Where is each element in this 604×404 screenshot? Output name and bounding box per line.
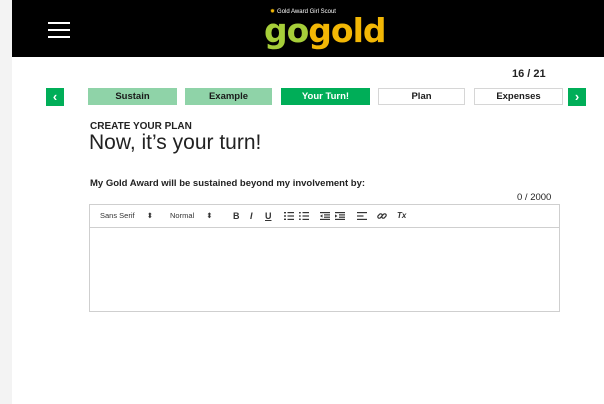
plan-text-area[interactable] bbox=[90, 228, 559, 311]
clear-format-icon[interactable]: Tx bbox=[397, 205, 406, 227]
select-arrows-icon: ⬍ bbox=[206, 211, 213, 220]
logo-wordmark: gogold bbox=[264, 11, 387, 50]
character-counter: 0 / 2000 bbox=[517, 192, 552, 203]
ordered-list-icon[interactable] bbox=[284, 205, 294, 227]
rich-text-editor: Sans Serif ⬍ Normal ⬍ B I U Tx bbox=[89, 204, 560, 312]
page-title: Now, it’s your turn! bbox=[89, 131, 262, 154]
page: ✹ Gold Award Girl Scout gogold 16 / 21 ‹ … bbox=[12, 0, 604, 404]
next-arrow-button[interactable]: › bbox=[568, 88, 586, 106]
step-tab-plan[interactable]: Plan bbox=[378, 88, 465, 105]
page-counter: 16 / 21 bbox=[512, 68, 546, 80]
underline-button[interactable]: U bbox=[265, 205, 272, 227]
bold-button[interactable]: B bbox=[233, 205, 240, 227]
indent-icon[interactable] bbox=[335, 205, 345, 227]
prev-arrow-button[interactable]: ‹ bbox=[46, 88, 64, 106]
question-label: My Gold Award will be sustained beyond m… bbox=[90, 178, 366, 189]
align-icon[interactable] bbox=[357, 205, 367, 227]
top-header-bar: ✹ Gold Award Girl Scout gogold bbox=[12, 0, 604, 57]
outdent-icon[interactable] bbox=[320, 205, 330, 227]
editor-toolbar: Sans Serif ⬍ Normal ⬍ B I U Tx bbox=[90, 205, 559, 228]
font-size-select[interactable]: Normal ⬍ bbox=[170, 205, 213, 227]
italic-button[interactable]: I bbox=[250, 205, 253, 227]
bullet-list-icon[interactable] bbox=[299, 205, 309, 227]
step-tab-sustain[interactable]: Sustain bbox=[88, 88, 177, 105]
step-tab-your-turn[interactable]: Your Turn! bbox=[281, 88, 370, 105]
chevron-right-icon: › bbox=[574, 89, 580, 104]
link-icon[interactable] bbox=[377, 205, 387, 227]
hamburger-menu-icon[interactable] bbox=[48, 22, 70, 38]
step-tab-example[interactable]: Example bbox=[185, 88, 272, 105]
gogold-logo[interactable]: ✹ Gold Award Girl Scout gogold bbox=[264, 6, 387, 52]
font-family-select[interactable]: Sans Serif ⬍ bbox=[100, 205, 153, 227]
chevron-left-icon: ‹ bbox=[52, 89, 58, 104]
step-tab-expenses[interactable]: Expenses bbox=[474, 88, 563, 105]
select-arrows-icon: ⬍ bbox=[146, 211, 153, 220]
